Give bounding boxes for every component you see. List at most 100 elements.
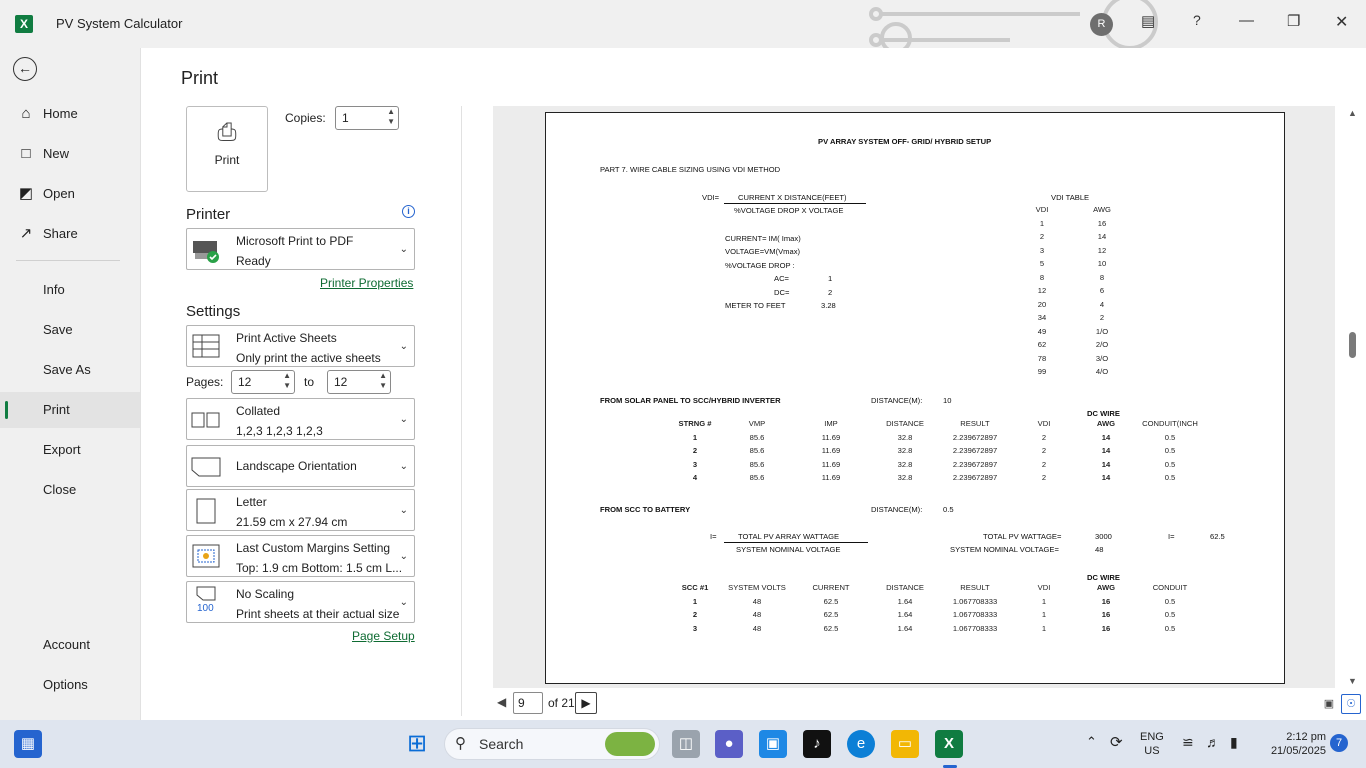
tiktok-icon[interactable]: ♪	[803, 730, 831, 758]
preview-scrollbar[interactable]: ▲ ▼	[1345, 106, 1361, 688]
table-row: 4 85.6 11.69 32.8 2.239672897 2 14 0.5	[692, 473, 1176, 483]
paper-icon	[196, 498, 216, 524]
backstage-sidebar: ← ⌂ Home □ New ◩ Open ↗ Share Info Save Save…	[0, 48, 140, 720]
taskbar: ▦ ⊞ ⚲ Search ◫ ● ▣ ♪ e ▭ X ⌃ ⟳ ENG US ≌ …	[0, 720, 1366, 768]
start-icon[interactable]: ⊞	[403, 730, 431, 758]
meter-value: 3.28	[821, 301, 836, 310]
nav-open[interactable]: ◩ Open	[0, 176, 140, 212]
nav-new[interactable]: □ New	[0, 136, 140, 172]
minimize-icon[interactable]: —	[1239, 12, 1254, 29]
show-margins-icon[interactable]: ▣	[1319, 694, 1339, 714]
vdi-denominator: %VOLTAGE DROP X VOLTAGE	[734, 206, 844, 215]
home-icon: ⌂	[21, 105, 31, 122]
teams-icon[interactable]: ●	[715, 730, 743, 758]
scroll-up-icon[interactable]: ▲	[1348, 108, 1357, 118]
scaling-select[interactable]: 100 No Scaling Print sheets at their act…	[186, 581, 415, 623]
close-window-icon[interactable]: ✕	[1335, 12, 1348, 32]
chevron-down-icon: ⌄	[399, 341, 408, 352]
battery-icon[interactable]: ▮	[1230, 734, 1238, 751]
search-icon: ⚲	[455, 735, 466, 752]
window-title: PV System Calculator	[56, 16, 183, 31]
search-highlight-image	[605, 732, 655, 756]
language-indicator[interactable]: ENG US	[1140, 730, 1164, 758]
help-icon[interactable]: ?	[1193, 12, 1201, 28]
nav-close[interactable]: Close	[0, 472, 140, 508]
notification-badge[interactable]: 7	[1330, 734, 1348, 752]
vdi-numerator: CURRENT X DISTANCE(FEET)	[738, 193, 847, 202]
info-icon[interactable]: i	[402, 205, 415, 218]
sheet-title: PV ARRAY SYSTEM OFF- GRID/ HYBRID SETUP	[818, 137, 992, 146]
clock[interactable]: 2:12 pm 21/05/2025	[1262, 730, 1326, 758]
nav-home[interactable]: ⌂ Home	[0, 96, 140, 132]
table-row: 88	[1039, 272, 1105, 282]
table-row: 1 85.6 11.69 32.8 2.239672897 2 14 0.5	[692, 432, 1176, 442]
feedback-icon[interactable]: ▤	[1141, 12, 1155, 30]
page-setup-link[interactable]: Page Setup	[352, 629, 415, 643]
table-row: 2 48 62.5 1.64 1.067708333 1 16 0.5	[692, 610, 1176, 620]
print-button[interactable]: ⎙ Print	[186, 106, 268, 192]
zoom-to-page-icon[interactable]: ☉	[1341, 694, 1361, 714]
paper-size-select[interactable]: Letter 21.59 cm x 27.94 cm ⌄	[186, 489, 415, 531]
solar-scc-table: STRNG # VMP IMP DISTANCE RESULT VDI AWG …	[664, 417, 1202, 485]
chevron-up-icon[interactable]: ⌃	[1086, 734, 1097, 750]
nav-save-as[interactable]: Save As	[0, 352, 140, 388]
table-row: 49 1/O	[1037, 326, 1109, 336]
distance-value: 10	[943, 396, 952, 405]
table-row: 3 12	[1039, 245, 1107, 255]
stepper-arrows-icon[interactable]: ▲ ▼	[283, 371, 291, 391]
nav-save[interactable]: Save	[0, 312, 140, 348]
nav-account[interactable]: Account	[0, 627, 140, 663]
new-doc-icon: □	[21, 145, 31, 162]
copies-stepper[interactable]: 1 ▲ ▼	[335, 106, 399, 130]
vdi-table-title: VDI TABLE	[1051, 193, 1090, 202]
share-icon: ↗	[19, 225, 33, 242]
scroll-down-icon[interactable]: ▼	[1348, 676, 1357, 686]
chevron-down-icon: ⌄	[399, 551, 408, 562]
printer-select[interactable]: Microsoft Print to PDF Ready ⌄	[186, 228, 415, 270]
orientation-select[interactable]: Landscape Orientation ⌄	[186, 445, 415, 487]
ac-value: 1	[828, 274, 833, 283]
current-numerator: TOTAL PV ARRAY WATTAGE	[738, 532, 840, 541]
pages-from-stepper[interactable]: 12 ▲ ▼	[231, 370, 295, 394]
printer-device-icon	[193, 241, 219, 263]
excel-taskbar-icon[interactable]: X	[935, 730, 963, 758]
wifi-icon[interactable]: ≌	[1182, 734, 1194, 751]
table-row: 1 48 62.5 1.64 1.067708333 1 16 0.5	[692, 596, 1176, 606]
stepper-arrows-icon[interactable]: ▲ ▼	[379, 371, 387, 391]
search-box[interactable]: ⚲ Search	[444, 728, 660, 760]
distance-label: DISTANCE(M):	[871, 396, 923, 405]
nav-print[interactable]: Print	[0, 392, 140, 428]
store-icon[interactable]: ▣	[759, 730, 787, 758]
current-page-input[interactable]: 9	[513, 692, 543, 714]
margins-select[interactable]: Last Custom Margins Setting Top: 1.9 cm …	[186, 535, 415, 577]
nav-export[interactable]: Export	[0, 432, 140, 468]
circuit-decoration	[869, 0, 1158, 48]
nav-share[interactable]: ↗ Share	[0, 216, 140, 252]
volume-icon[interactable]: ♬	[1206, 734, 1220, 750]
def-voltage: VOLTAGE=VM(Vmax)	[725, 247, 801, 256]
next-page-icon[interactable]: ▶	[575, 692, 597, 714]
chevron-down-icon: ⌄	[399, 505, 408, 516]
stepper-arrows-icon[interactable]: ▲ ▼	[387, 107, 395, 127]
system-voltage-label: SYSTEM NOMINAL VOLTAGE=	[950, 545, 1059, 554]
restore-icon[interactable]: ❐	[1287, 12, 1300, 30]
sync-icon[interactable]: ⟳	[1110, 733, 1123, 751]
print-preview: PV ARRAY SYSTEM OFF- GRID/ HYBRID SETUP …	[493, 106, 1335, 688]
pages-to-stepper[interactable]: 12 ▲ ▼	[327, 370, 391, 394]
current-eq: I=	[710, 532, 717, 541]
distance-label: DISTANCE(M):	[871, 505, 923, 514]
edge-icon[interactable]: e	[847, 730, 875, 758]
collation-select[interactable]: Collated 1,2,3 1,2,3 1,2,3 ⌄	[186, 398, 415, 440]
user-avatar[interactable]: R	[1090, 13, 1113, 36]
printer-properties-link[interactable]: Printer Properties	[320, 276, 413, 290]
file-explorer-icon[interactable]: ▭	[891, 730, 919, 758]
nav-info[interactable]: Info	[0, 272, 140, 308]
task-view-icon[interactable]: ◫	[672, 730, 700, 758]
print-what-select[interactable]: Print Active Sheets Only print the activ…	[186, 325, 415, 367]
back-arrow-icon[interactable]: ←	[13, 57, 37, 81]
nav-options[interactable]: Options	[0, 667, 140, 703]
scroll-thumb[interactable]	[1349, 332, 1356, 358]
widgets-icon[interactable]: ▦	[14, 730, 42, 758]
previous-page-icon[interactable]: ◀	[497, 695, 506, 709]
vdi-table: VDI AWG 1 16 2 14 3 12 5 10 88 12 6 20 4 34 2 49…	[1026, 203, 1146, 379]
